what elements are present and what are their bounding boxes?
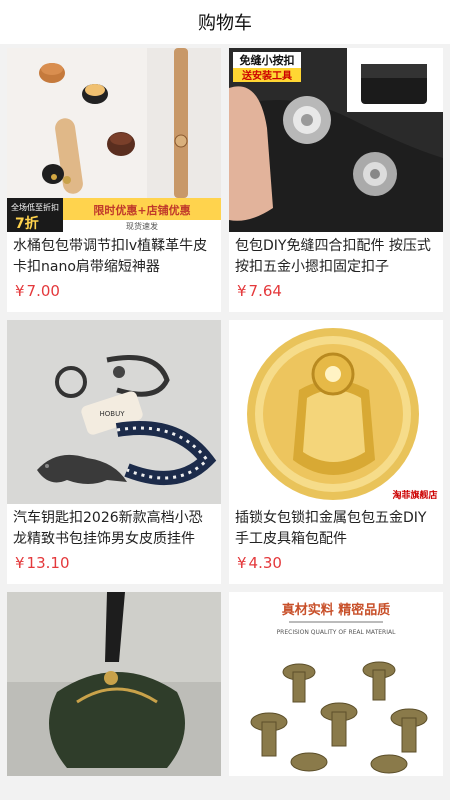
product-price: ¥13.10 <box>7 550 221 584</box>
tag-text: HOBUY <box>100 410 126 418</box>
header-bar: 购物车 <box>0 0 450 44</box>
badge-title-text: 真材实料 精密品质 <box>282 602 391 618</box>
product-grid: 全场低至折扣 7折 限时优惠+店铺优惠现货速发 水桶包包带调节扣lv植鞣革牛皮卡扣n… <box>0 44 450 776</box>
currency-symbol: ¥ <box>237 554 247 572</box>
badge-sub-text: 送安装工具 <box>241 69 292 82</box>
badge-discount-text: 7折 <box>15 215 39 232</box>
product-price: ¥4.30 <box>229 550 443 584</box>
product-card[interactable]: 全场低至折扣 7折 限时优惠+店铺优惠现货速发 水桶包包带调节扣lv植鞣革牛皮卡扣n… <box>7 48 221 312</box>
badge-brand-text: 全场低至折扣 <box>11 202 59 212</box>
product-name[interactable]: 包包DIY免缝四合扣配件 按压式按扣五金小摁扣固定扣子 <box>229 232 443 278</box>
shop-text: 淘菲旗舰店 <box>392 489 437 501</box>
product-image[interactable]: 淘菲旗舰店 <box>229 320 443 504</box>
badge-ship-text: 现货速发 <box>126 221 158 231</box>
product-image[interactable]: 免缝小按扣送安装工具 <box>229 48 443 232</box>
currency-symbol: ¥ <box>15 554 25 572</box>
product-image[interactable]: 全场低至折扣 7折 限时优惠+店铺优惠现货速发 <box>7 48 221 232</box>
product-price: ¥7.00 <box>7 278 221 312</box>
product-name[interactable]: 汽车钥匙扣2026新款高档小恐龙精致书包挂饰男女皮质挂件 <box>7 504 221 550</box>
product-price: ¥7.64 <box>229 278 443 312</box>
badge-sub-text: PRECISION QUALITY OF REAL MATERIAL <box>277 629 397 636</box>
product-image[interactable]: HOBUY <box>7 320 221 504</box>
page-title: 购物车 <box>198 13 252 34</box>
product-name[interactable]: 水桶包包带调节扣lv植鞣革牛皮卡扣nano肩带缩短神器 <box>7 232 221 278</box>
product-card[interactable] <box>7 592 221 776</box>
price-value: 13.10 <box>26 554 70 572</box>
badge-title-text: 免缝小按扣 <box>240 53 295 67</box>
product-card[interactable]: 真材实料 精密品质 PRECISION QUALITY OF REAL MATER… <box>229 592 443 776</box>
price-value: 7.00 <box>26 282 60 300</box>
product-card[interactable]: 免缝小按扣送安装工具 包包DIY免缝四合扣配件 按压式按扣五金小摁扣固定扣子 ¥… <box>229 48 443 312</box>
product-image[interactable] <box>7 592 221 776</box>
price-value: 4.30 <box>248 554 282 572</box>
badge-promo-text: 限时优惠+店铺优惠 <box>93 203 190 217</box>
currency-symbol: ¥ <box>15 282 25 300</box>
product-image[interactable]: 真材实料 精密品质 PRECISION QUALITY OF REAL MATER… <box>229 592 443 776</box>
product-card[interactable]: HOBUY 汽车钥匙扣2026新款高档小恐龙精致书包挂饰男女皮质挂件 ¥13.1… <box>7 320 221 584</box>
currency-symbol: ¥ <box>237 282 247 300</box>
product-card[interactable]: 淘菲旗舰店 插锁女包锁扣金属包包五金DIY手工皮具箱包配件 ¥4.30 <box>229 320 443 584</box>
price-value: 7.64 <box>248 282 282 300</box>
product-name[interactable]: 插锁女包锁扣金属包包五金DIY手工皮具箱包配件 <box>229 504 443 550</box>
